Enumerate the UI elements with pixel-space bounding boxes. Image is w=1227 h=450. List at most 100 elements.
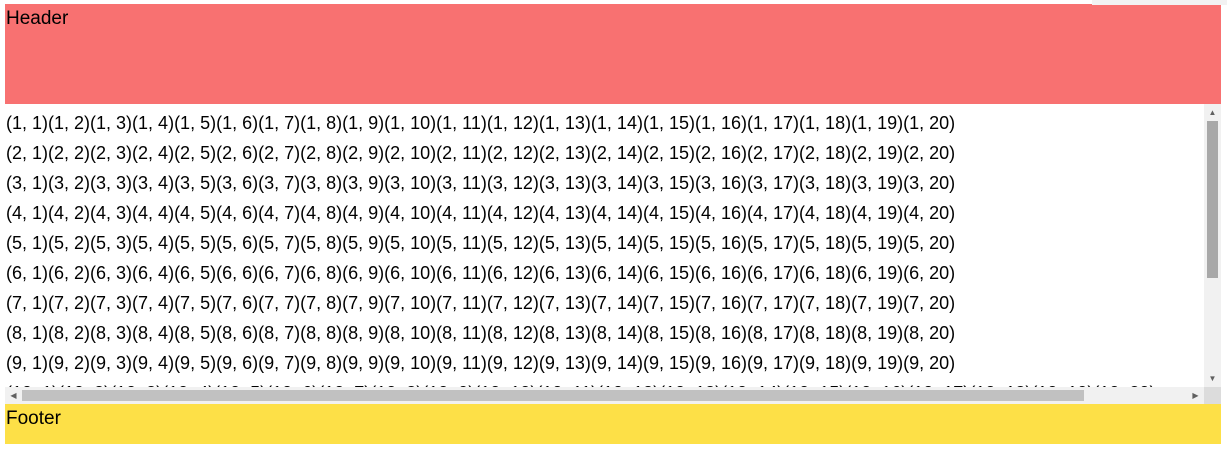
grid-cell: (1, 8)	[300, 113, 343, 133]
grid-cell: (1, 5)	[174, 113, 217, 133]
scroll-down-arrow-icon[interactable]: ▼	[1204, 370, 1221, 387]
grid-cell: (7, 17)	[747, 293, 800, 313]
grid-cell: (8, 6)	[216, 323, 259, 343]
grid-cell: (2, 18)	[799, 143, 852, 163]
overlay-tooltip	[1092, 0, 1227, 5]
grid-cell: (3, 3)	[90, 173, 133, 193]
grid-cell: (8, 19)	[851, 323, 904, 343]
grid-cell: (9, 1)	[6, 353, 49, 373]
grid-cell: (4, 20)	[903, 203, 956, 223]
grid-cell: (1, 18)	[799, 113, 852, 133]
grid-cell: (6, 17)	[747, 263, 800, 283]
vertical-scroll-thumb[interactable]	[1207, 121, 1218, 278]
grid-cell: (8, 12)	[486, 323, 539, 343]
grid-cell: (9, 4)	[132, 353, 175, 373]
grid-cell: (3, 9)	[342, 173, 385, 193]
grid-cell: (8, 4)	[132, 323, 175, 343]
grid-cell: (7, 8)	[300, 293, 343, 313]
grid-cell: (6, 6)	[216, 263, 259, 283]
scroll-up-arrow-icon[interactable]: ▲	[1204, 104, 1221, 121]
grid-cell: (5, 20)	[903, 233, 956, 253]
grid-cell: (5, 14)	[590, 233, 643, 253]
grid-cell: (1, 1)	[6, 113, 49, 133]
grid-cell: (5, 6)	[216, 233, 259, 253]
grid-cell: (3, 17)	[747, 173, 800, 193]
grid-cell: (3, 14)	[590, 173, 643, 193]
grid-cell: (5, 11)	[436, 233, 487, 253]
grid-cell: (4, 16)	[694, 203, 748, 223]
grid-cell: (6, 7)	[258, 263, 301, 283]
grid-cell: (8, 3)	[90, 323, 133, 343]
grid-cell: (5, 3)	[90, 233, 133, 253]
grid-cell: (8, 9)	[342, 323, 385, 343]
grid-cell: (8, 14)	[590, 323, 643, 343]
grid-cell: (1, 14)	[590, 113, 643, 133]
horizontal-scroll-thumb[interactable]	[22, 390, 1084, 401]
grid-cell: (2, 6)	[216, 143, 259, 163]
grid-row: (7, 1)(7, 2)(7, 3)(7, 4)(7, 5)(7, 6)(7, …	[5, 289, 1204, 319]
grid-cell: (1, 12)	[486, 113, 539, 133]
grid-cell: (7, 4)	[132, 293, 175, 313]
scroll-container[interactable]: (1, 1)(1, 2)(1, 3)(1, 4)(1, 5)(1, 6)(1, …	[5, 104, 1221, 404]
grid-row: (1, 1)(1, 2)(1, 3)(1, 4)(1, 5)(1, 6)(1, …	[5, 109, 1204, 139]
grid-row: (5, 1)(5, 2)(5, 3)(5, 4)(5, 5)(5, 6)(5, …	[5, 229, 1204, 259]
grid-cell: (5, 1)	[6, 233, 49, 253]
grid-cell: (4, 11)	[436, 203, 487, 223]
grid-cell: (4, 13)	[538, 203, 591, 223]
grid-cell: (2, 4)	[132, 143, 175, 163]
grid-cell: (7, 2)	[48, 293, 91, 313]
grid-cell: (3, 8)	[300, 173, 343, 193]
grid-cell: (3, 6)	[216, 173, 259, 193]
grid-cell: (4, 6)	[216, 203, 259, 223]
grid-cell: (1, 15)	[642, 113, 695, 133]
grid-cell: (9, 3)	[90, 353, 133, 373]
grid-cell: (4, 15)	[642, 203, 695, 223]
grid-cell: (1, 4)	[132, 113, 175, 133]
grid-cell: (8, 15)	[642, 323, 695, 343]
grid-cell: (9, 19)	[851, 353, 904, 373]
grid-cell: (3, 10)	[384, 173, 437, 193]
grid-cell: (1, 2)	[48, 113, 91, 133]
grid-cell: (9, 13)	[538, 353, 591, 373]
grid-cell: (8, 2)	[48, 323, 91, 343]
grid-cell: (4, 10)	[384, 203, 437, 223]
grid-cell: (4, 7)	[258, 203, 301, 223]
grid-cell: (9, 18)	[799, 353, 852, 373]
grid-row: (6, 1)(6, 2)(6, 3)(6, 4)(6, 5)(6, 6)(6, …	[5, 259, 1204, 289]
grid-cell: (5, 17)	[747, 233, 800, 253]
vertical-scrollbar[interactable]: ▲ ▼	[1204, 104, 1221, 387]
grid-cell: (8, 10)	[384, 323, 437, 343]
scroll-right-arrow-icon[interactable]: ▶	[1187, 387, 1204, 404]
grid-cell: (4, 1)	[6, 203, 49, 223]
grid-cell: (6, 9)	[342, 263, 385, 283]
grid-cell: (7, 5)	[174, 293, 217, 313]
grid-cell: (6, 14)	[590, 263, 643, 283]
grid-cell: (3, 19)	[851, 173, 904, 193]
grid-cell: (4, 3)	[90, 203, 133, 223]
grid-cell: (4, 9)	[342, 203, 385, 223]
grid-cell: (7, 16)	[694, 293, 748, 313]
grid-cell: (6, 8)	[300, 263, 343, 283]
grid-cell: (2, 17)	[747, 143, 800, 163]
grid-cell: (5, 19)	[851, 233, 904, 253]
horizontal-scrollbar[interactable]: ◀ ▶	[5, 387, 1204, 404]
grid-cell: (2, 10)	[384, 143, 437, 163]
grid-cell: (7, 12)	[486, 293, 539, 313]
grid-cell: (7, 19)	[851, 293, 904, 313]
grid-cell: (6, 13)	[538, 263, 591, 283]
grid-cell: (5, 12)	[486, 233, 539, 253]
grid-row: (3, 1)(3, 2)(3, 3)(3, 4)(3, 5)(3, 6)(3, …	[5, 169, 1204, 199]
grid-cell: (2, 12)	[486, 143, 539, 163]
grid-cell: (5, 13)	[538, 233, 591, 253]
grid-cell: (8, 11)	[436, 323, 487, 343]
scroll-left-arrow-icon[interactable]: ◀	[5, 387, 22, 404]
grid-cell: (2, 20)	[903, 143, 956, 163]
grid-cell: (8, 20)	[903, 323, 956, 343]
grid-cell: (8, 1)	[6, 323, 49, 343]
grid-cell: (3, 1)	[6, 173, 49, 193]
grid-cell: (9, 15)	[642, 353, 695, 373]
grid-cell: (2, 3)	[90, 143, 133, 163]
grid-cell: (8, 5)	[174, 323, 217, 343]
cell-grid: (1, 1)(1, 2)(1, 3)(1, 4)(1, 5)(1, 6)(1, …	[5, 109, 1204, 387]
grid-cell: (4, 12)	[486, 203, 539, 223]
